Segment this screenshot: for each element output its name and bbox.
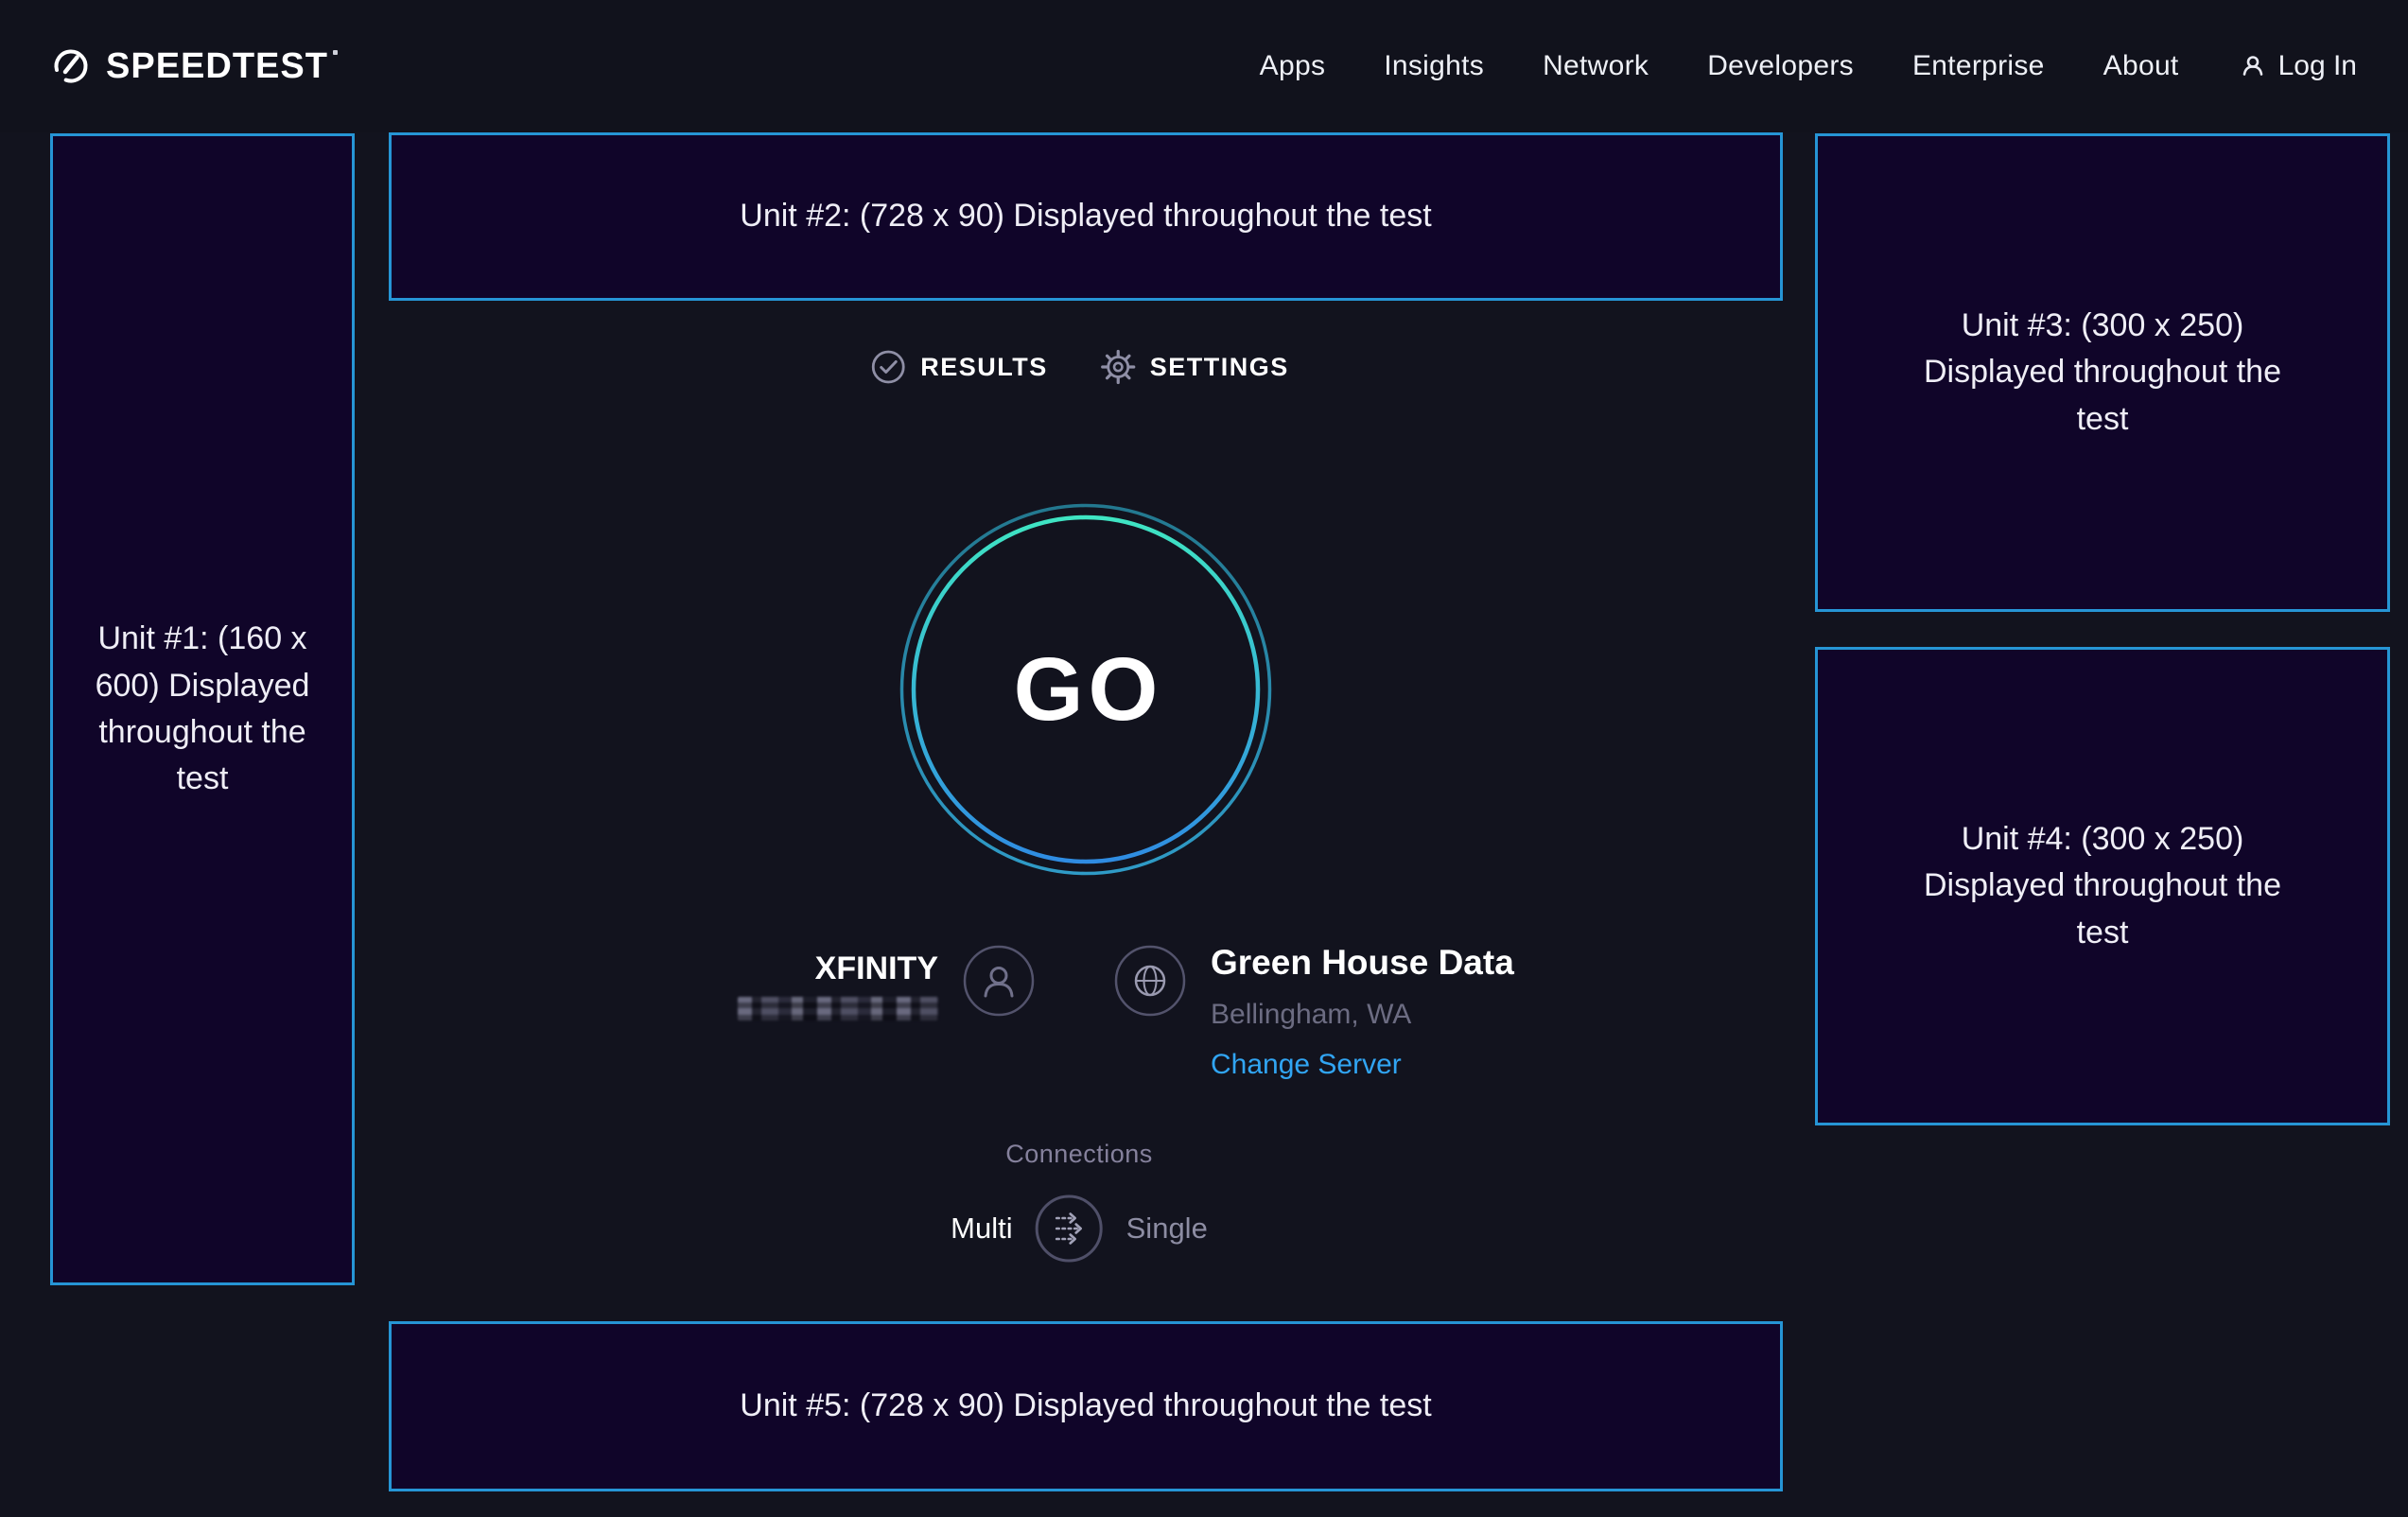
gauge-icon — [51, 46, 91, 86]
ad-unit-3-rectangle[interactable]: Unit #3: (300 x 250) Displayed throughou… — [1815, 133, 2390, 612]
login-button[interactable]: Log In — [2238, 50, 2357, 82]
ad-unit-5-text: Unit #5: (728 x 90) Displayed throughout… — [740, 1383, 1431, 1429]
trademark-dot — [333, 50, 338, 55]
globe-icon — [1114, 945, 1186, 1017]
ad-unit-1-skyscraper[interactable]: Unit #1: (160 x 600) Displayed throughou… — [50, 133, 355, 1285]
isp-block: XFINITY — [738, 950, 938, 1020]
multi-arrows-icon[interactable] — [1035, 1194, 1105, 1264]
gear-icon — [1099, 348, 1137, 386]
nav-item-developers[interactable]: Developers — [1707, 50, 1854, 82]
person-icon — [2238, 51, 2268, 81]
check-circle-icon — [869, 348, 907, 386]
change-server-link[interactable]: Change Server — [1211, 1049, 1402, 1081]
ad-unit-4-rectangle[interactable]: Unit #4: (300 x 250) Displayed throughou… — [1815, 647, 2390, 1125]
main-nav: Apps Insights Network Developers Enterpr… — [1260, 50, 2357, 82]
go-label: GO — [1009, 638, 1163, 741]
server-block: Green House Data Bellingham, WA Change S… — [1211, 943, 1514, 1081]
connection-info-row: XFINITY Green House Data Bellingham, WA … — [738, 943, 1514, 1081]
redacted-ip-address — [738, 997, 938, 1020]
connections-label: Connections — [1005, 1140, 1153, 1169]
nav-item-enterprise[interactable]: Enterprise — [1912, 50, 2045, 82]
ad-unit-1-text: Unit #1: (160 x 600) Displayed throughou… — [70, 616, 335, 802]
connections-section: Connections Multi Single — [951, 1140, 1208, 1264]
ad-unit-4-text: Unit #4: (300 x 250) Displayed throughou… — [1904, 816, 2301, 956]
connections-option-multi[interactable]: Multi — [951, 1212, 1012, 1246]
ad-unit-5-leaderboard[interactable]: Unit #5: (728 x 90) Displayed throughout… — [389, 1321, 1783, 1491]
person-icon — [963, 945, 1035, 1017]
ad-unit-3-text: Unit #3: (300 x 250) Displayed throughou… — [1904, 303, 2301, 443]
isp-name: XFINITY — [815, 950, 938, 987]
nav-item-insights[interactable]: Insights — [1384, 50, 1484, 82]
nav-item-network[interactable]: Network — [1543, 50, 1649, 82]
ad-unit-2-text: Unit #2: (728 x 90) Displayed throughout… — [740, 193, 1431, 239]
logo-wordmark: SPEEDTEST — [106, 46, 338, 87]
speedtest-logo[interactable]: SPEEDTEST — [51, 46, 338, 87]
tab-settings[interactable]: SETTINGS — [1099, 348, 1289, 386]
nav-item-apps[interactable]: Apps — [1260, 50, 1326, 82]
nav-item-about[interactable]: About — [2103, 50, 2179, 82]
ad-unit-2-leaderboard[interactable]: Unit #2: (728 x 90) Displayed throughout… — [389, 132, 1783, 301]
speedtest-page: SPEEDTEST Apps Insights Network Develope… — [0, 0, 2408, 1517]
go-button[interactable]: GO — [897, 500, 1275, 879]
tab-results[interactable]: RESULTS — [869, 348, 1048, 386]
server-name: Green House Data — [1211, 943, 1514, 984]
connections-option-single[interactable]: Single — [1126, 1212, 1208, 1246]
connections-toggle-row: Multi Single — [951, 1194, 1208, 1264]
top-nav-bar: SPEEDTEST Apps Insights Network Develope… — [0, 0, 2408, 132]
server-location: Bellingham, WA — [1211, 999, 1411, 1031]
view-tabs: RESULTS — [869, 348, 1289, 386]
